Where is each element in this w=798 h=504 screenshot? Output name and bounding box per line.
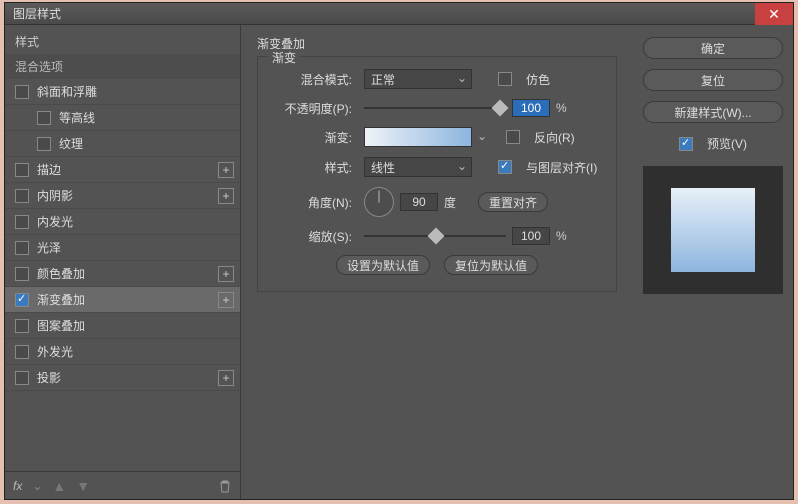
style-row-4[interactable]: 内阴影+ — [5, 183, 240, 209]
preview-checkbox[interactable] — [679, 137, 693, 151]
style-row-0[interactable]: 斜面和浮雕 — [5, 79, 240, 105]
ok-button[interactable]: 确定 — [643, 37, 783, 59]
style-row-6[interactable]: 光泽 — [5, 235, 240, 261]
style-checkbox[interactable] — [15, 163, 29, 177]
add-effect-icon[interactable]: + — [218, 292, 234, 308]
style-label: 投影 — [37, 369, 218, 386]
style-list: 斜面和浮雕等高线纹理描边+内阴影+内发光光泽颜色叠加+渐变叠加+图案叠加外发光投… — [5, 79, 240, 471]
preview-box — [643, 166, 783, 294]
reverse-checkbox[interactable] — [506, 130, 520, 144]
fx-icon[interactable]: fx — [13, 479, 22, 493]
blend-mode-select[interactable]: 正常 — [364, 69, 472, 89]
style-row-3[interactable]: 描边+ — [5, 157, 240, 183]
style-checkbox[interactable] — [15, 319, 29, 333]
style-checkbox[interactable] — [15, 267, 29, 281]
style-label: 纹理 — [59, 135, 234, 152]
style-label: 斜面和浮雕 — [37, 83, 234, 100]
style-checkbox[interactable] — [15, 241, 29, 255]
opacity-slider[interactable] — [364, 100, 506, 116]
style-checkbox[interactable] — [37, 111, 51, 125]
style-checkbox[interactable] — [15, 189, 29, 203]
gradient-overlay-panel: 渐变叠加 渐变 混合模式: 正常 仿色 不透明度(P): 100 % — [241, 25, 633, 499]
gradient-label: 渐变: — [268, 129, 358, 146]
add-effect-icon[interactable]: + — [218, 162, 234, 178]
dither-label: 仿色 — [526, 71, 550, 88]
align-checkbox[interactable] — [498, 160, 512, 174]
style-row-2[interactable]: 纹理 — [5, 131, 240, 157]
dither-checkbox[interactable] — [498, 72, 512, 86]
style-select[interactable]: 线性 — [364, 157, 472, 177]
dialog-title: 图层样式 — [13, 5, 61, 22]
blend-mode-label: 混合模式: — [268, 71, 358, 88]
reset-align-button[interactable]: 重置对齐 — [478, 192, 548, 212]
cancel-button[interactable]: 复位 — [643, 69, 783, 91]
style-row-10[interactable]: 外发光 — [5, 339, 240, 365]
arrow-down-icon[interactable]: ▼ — [76, 478, 90, 494]
opacity-value[interactable]: 100 — [512, 99, 550, 117]
style-sidebar: 样式 混合选项 斜面和浮雕等高线纹理描边+内阴影+内发光光泽颜色叠加+渐变叠加+… — [5, 25, 241, 499]
style-row-11[interactable]: 投影+ — [5, 365, 240, 391]
style-row-5[interactable]: 内发光 — [5, 209, 240, 235]
trash-icon[interactable] — [218, 479, 232, 493]
preview-label: 预览(V) — [707, 135, 747, 152]
style-label: 图案叠加 — [37, 317, 234, 334]
style-label: 颜色叠加 — [37, 265, 218, 282]
style-label: 渐变叠加 — [37, 291, 218, 308]
gradient-swatch[interactable] — [364, 127, 472, 147]
layer-style-dialog: 图层样式 ✕ 样式 混合选项 斜面和浮雕等高线纹理描边+内阴影+内发光光泽颜色叠… — [4, 2, 794, 500]
style-label: 内发光 — [37, 213, 234, 230]
opacity-label: 不透明度(P): — [268, 100, 358, 117]
styles-header: 样式 — [5, 25, 240, 54]
style-label: 内阴影 — [37, 187, 218, 204]
add-effect-icon[interactable]: + — [218, 188, 234, 204]
new-style-button[interactable]: 新建样式(W)... — [643, 101, 783, 123]
style-checkbox[interactable] — [15, 215, 29, 229]
sidebar-footer: fx ⌄ ▲ ▼ — [5, 471, 240, 499]
reset-default-button[interactable]: 复位为默认值 — [444, 255, 538, 275]
style-row-8[interactable]: 渐变叠加+ — [5, 287, 240, 313]
add-effect-icon[interactable]: + — [218, 266, 234, 282]
style-checkbox[interactable] — [15, 345, 29, 359]
blend-options-header[interactable]: 混合选项 — [5, 54, 240, 79]
titlebar[interactable]: 图层样式 ✕ — [5, 3, 793, 25]
style-checkbox[interactable] — [15, 293, 29, 307]
style-checkbox[interactable] — [15, 371, 29, 385]
right-panel: 确定 复位 新建样式(W)... 预览(V) — [633, 25, 793, 499]
add-effect-icon[interactable]: + — [218, 370, 234, 386]
style-label: 描边 — [37, 161, 218, 178]
chevron-down-icon: ⌄ — [32, 479, 42, 493]
style-row-7[interactable]: 颜色叠加+ — [5, 261, 240, 287]
fieldset-legend: 渐变 — [268, 49, 300, 66]
style-label: 光泽 — [37, 239, 234, 256]
style-row-1[interactable]: 等高线 — [5, 105, 240, 131]
panel-title: 渐变叠加 — [257, 35, 617, 52]
set-default-button[interactable]: 设置为默认值 — [336, 255, 430, 275]
style-label: 样式: — [268, 159, 358, 176]
scale-value[interactable]: 100 — [512, 227, 550, 245]
scale-slider[interactable] — [364, 228, 506, 244]
angle-knob[interactable] — [364, 187, 394, 217]
angle-value[interactable]: 90 — [400, 193, 438, 211]
percent-label: % — [556, 101, 567, 115]
scale-label: 缩放(S): — [268, 228, 358, 245]
reverse-label: 反向(R) — [534, 129, 575, 146]
align-label: 与图层对齐(I) — [526, 159, 597, 176]
arrow-up-icon[interactable]: ▲ — [52, 478, 66, 494]
style-label: 等高线 — [59, 109, 234, 126]
close-button[interactable]: ✕ — [755, 3, 793, 25]
gradient-fieldset: 渐变 混合模式: 正常 仿色 不透明度(P): 100 % 渐变: — [257, 56, 617, 292]
style-row-9[interactable]: 图案叠加 — [5, 313, 240, 339]
preview-swatch — [671, 188, 755, 272]
style-checkbox[interactable] — [15, 85, 29, 99]
angle-label: 角度(N): — [268, 194, 358, 211]
style-label: 外发光 — [37, 343, 234, 360]
style-checkbox[interactable] — [37, 137, 51, 151]
angle-unit: 度 — [444, 194, 456, 211]
